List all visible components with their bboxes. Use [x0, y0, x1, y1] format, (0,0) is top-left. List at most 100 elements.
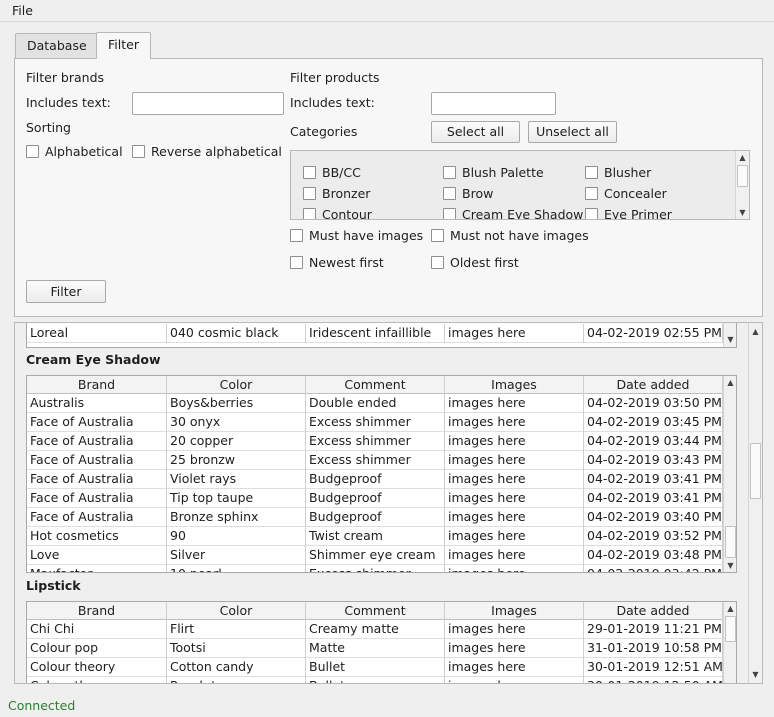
scroll-up-arrow-icon[interactable]: ▲	[724, 376, 736, 389]
table-row[interactable]: Face of Australia 30 onyx Excess shimmer im…	[27, 413, 723, 432]
cell-color: Peach tea	[167, 677, 306, 683]
table-row[interactable]: Face of Australia Violet rays Budgeproof im…	[27, 470, 723, 489]
checkbox-box[interactable]	[303, 208, 316, 219]
scroll-thumb[interactable]	[725, 526, 736, 558]
cell-brand: Face of Australia	[27, 489, 167, 508]
column-header-color[interactable]: Color	[167, 602, 306, 620]
alphabetical-checkbox[interactable]: Alphabetical	[26, 144, 136, 160]
checkbox-box[interactable]	[303, 187, 316, 200]
cell-date-added: 04-02-2019 03:50 PM	[584, 394, 723, 413]
cell-date-added: 04-02-2019 02:55 PM	[584, 324, 723, 343]
cell-brand: Australis	[27, 394, 167, 413]
category-checkbox[interactable]: Contour	[303, 207, 433, 219]
category-checkbox[interactable]: Bronzer	[303, 186, 433, 202]
checkbox-box[interactable]	[290, 256, 303, 269]
table-row[interactable]: Face of Australia 25 bronzw Excess shimmer…	[27, 451, 723, 470]
checkbox-box[interactable]	[26, 145, 39, 158]
scroll-down-arrow-icon[interactable]: ▼	[736, 206, 749, 219]
column-header-brand[interactable]: Brand	[27, 602, 167, 620]
category-checkbox[interactable]: Eye Primer	[585, 207, 720, 219]
column-header-images[interactable]: Images	[445, 602, 584, 620]
table-row[interactable]: Colour theory Cotton candy Bullet images he…	[27, 658, 723, 677]
scroll-thumb[interactable]	[725, 616, 736, 642]
table-row[interactable]: Hot cosmetics 90 Twist cream images here 04-…	[27, 527, 723, 546]
section-title: Cream Eye Shadow	[26, 352, 161, 367]
table-row[interactable]: Colour theoryPeach teaBulletimages here3…	[27, 677, 723, 683]
tab-database[interactable]: Database	[15, 33, 99, 59]
column-header-brand[interactable]: Brand	[27, 376, 167, 394]
cell-date-added: 04-02-2019 03:48 PM	[584, 546, 723, 565]
unselect-all-button[interactable]: Unselect all	[528, 121, 617, 143]
cell-comment: Excess shimmer	[306, 432, 445, 451]
table-row[interactable]: Australis Boys&berries Double ended images …	[27, 394, 723, 413]
checkbox-box[interactable]	[443, 166, 456, 179]
table-row[interactable]: Love Silver Shimmer eye cream images here 04…	[27, 546, 723, 565]
checkbox-box[interactable]	[585, 187, 598, 200]
checkbox-box[interactable]	[431, 229, 444, 242]
table-row[interactable]: Face of Australia Bronze sphinx Budgeproof…	[27, 508, 723, 527]
scroll-up-arrow-icon[interactable]: ▲	[724, 602, 736, 615]
scroll-up-arrow-icon[interactable]: ▲	[736, 151, 749, 164]
scroll-up-arrow-icon[interactable]: ▲	[749, 325, 762, 338]
table-row[interactable]: Face of Australia Tip top taupe Budgeproof…	[27, 489, 723, 508]
categories-scrollbar[interactable]: ▲ ▼	[735, 151, 749, 219]
cell-color: 20 copper	[167, 432, 306, 451]
column-header-date-added[interactable]: Date added	[584, 376, 723, 394]
must-have-images-checkbox[interactable]: Must have images	[290, 228, 425, 244]
must-not-have-images-checkbox[interactable]: Must not have images	[431, 228, 591, 244]
table-scrollbar[interactable]: ▲ ▼	[723, 376, 736, 572]
cell-brand: Colour theory	[27, 677, 167, 683]
table-row[interactable]: Loreal 040 cosmic black Iridescent infai…	[27, 324, 723, 343]
sorting-title: Sorting	[26, 120, 71, 135]
checkbox-box[interactable]	[290, 229, 303, 242]
category-checkbox[interactable]: Cream Eye Shadow	[443, 207, 583, 219]
tab-filter[interactable]: Filter	[96, 32, 151, 59]
table-row[interactable]: Colour pop Tootsi Matte images here 31-01-20…	[27, 639, 723, 658]
scroll-thumb[interactable]	[737, 165, 748, 187]
results-table: Brand Color Comment Images Date added Ch…	[26, 601, 737, 683]
table-scrollbar[interactable]: ▼	[723, 323, 736, 347]
checkbox-box[interactable]	[443, 187, 456, 200]
results-scrollbar[interactable]: ▲ ▼	[748, 323, 762, 683]
scroll-down-arrow-icon[interactable]: ▼	[749, 668, 762, 681]
cell-brand: Love	[27, 546, 167, 565]
select-all-button[interactable]: Select all	[431, 121, 520, 143]
table-row[interactable]: Chi Chi Flirt Creamy matte images here 29-01…	[27, 620, 723, 639]
table-scrollbar[interactable]: ▲	[723, 602, 736, 683]
column-header-comment[interactable]: Comment	[306, 376, 445, 394]
column-header-images[interactable]: Images	[445, 376, 584, 394]
menu-file[interactable]: File	[6, 3, 39, 19]
column-header-color[interactable]: Color	[167, 376, 306, 394]
scroll-thumb[interactable]	[750, 443, 761, 499]
column-header-comment[interactable]: Comment	[306, 602, 445, 620]
scroll-down-arrow-icon[interactable]: ▼	[724, 559, 736, 572]
category-checkbox[interactable]: Concealer	[585, 186, 720, 202]
brands-includes-input[interactable]	[132, 92, 284, 115]
cell-images: images here	[445, 620, 584, 639]
newest-first-checkbox[interactable]: Newest first	[290, 255, 425, 271]
cell-comment: Budgeproof	[306, 508, 445, 527]
category-checkbox[interactable]: BB/CC	[303, 165, 433, 181]
checkbox-box[interactable]	[585, 166, 598, 179]
reverse-alphabetical-checkbox[interactable]: Reverse alphabetical	[132, 144, 282, 160]
filter-button[interactable]: Filter	[26, 280, 106, 303]
checkbox-box[interactable]	[431, 256, 444, 269]
cell-images: images here	[445, 470, 584, 489]
cell-images: images here	[445, 432, 584, 451]
column-header-date-added[interactable]: Date added	[584, 602, 723, 620]
category-checkbox[interactable]: Blush Palette	[443, 165, 578, 181]
cell-comment: Matte	[306, 639, 445, 658]
table-row[interactable]: Face of Australia 20 copper Excess shimmer…	[27, 432, 723, 451]
cell-comment: Bullet	[306, 677, 445, 683]
table-row[interactable]: Maxfactor10 pearlExcess shimmerimages he…	[27, 565, 723, 572]
checkbox-box[interactable]	[303, 166, 316, 179]
category-checkbox[interactable]: Blusher	[585, 165, 720, 181]
checkbox-box[interactable]	[585, 208, 598, 219]
checkbox-box[interactable]	[132, 145, 145, 158]
oldest-first-checkbox[interactable]: Oldest first	[431, 255, 566, 271]
category-checkbox[interactable]: Brow	[443, 186, 578, 202]
products-includes-input[interactable]	[431, 92, 556, 115]
cell-color: Tootsi	[167, 639, 306, 658]
scroll-down-arrow-icon[interactable]: ▼	[724, 333, 736, 346]
checkbox-box[interactable]	[443, 208, 456, 219]
